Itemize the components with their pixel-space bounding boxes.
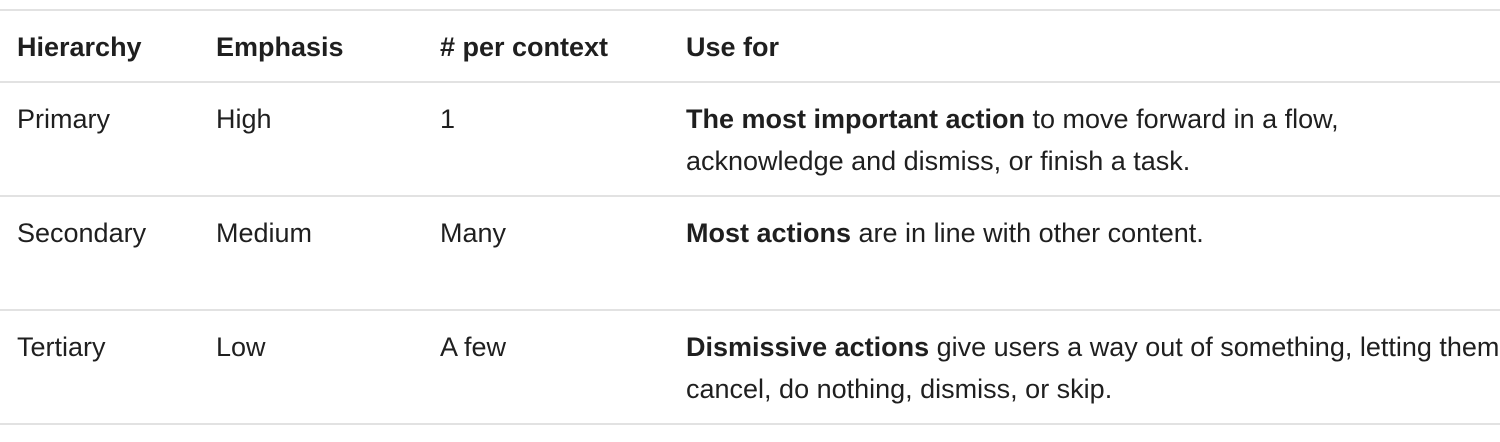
cell-use-for: Dismissive actions give users a way out … (686, 310, 1500, 424)
cell-per-context: A few (440, 332, 507, 362)
use-for-emphasis: The most important action (686, 104, 1026, 134)
table-row: Tertiary Low A few Dismissive actions gi… (0, 310, 1500, 424)
table-header-row: Hierarchy Emphasis # per context Use for (0, 10, 1500, 82)
cell-use-for: Most actions are in line with other cont… (686, 196, 1500, 310)
cell-per-context: Many (440, 218, 507, 248)
use-for-description: are in line with other content. (851, 218, 1204, 248)
header-emphasis: Emphasis (216, 32, 344, 62)
table-row: Primary High 1 The most important action… (0, 82, 1500, 196)
cell-hierarchy: Secondary (17, 218, 147, 248)
cell-emphasis: Low (216, 332, 266, 362)
header-hierarchy: Hierarchy (17, 32, 142, 62)
header-per-context: # per context (440, 32, 609, 62)
cell-emphasis: Medium (216, 218, 313, 248)
header-use-for: Use for (686, 32, 780, 62)
cell-use-for: The most important action to move forwar… (686, 82, 1500, 196)
table-row: Secondary Medium Many Most actions are i… (0, 196, 1500, 310)
cell-hierarchy: Tertiary (17, 332, 106, 362)
button-hierarchy-table-container: Hierarchy Emphasis # per context Use for… (0, 0, 1500, 442)
button-hierarchy-table: Hierarchy Emphasis # per context Use for… (0, 9, 1500, 425)
cell-per-context: 1 (440, 104, 456, 134)
cell-emphasis: High (216, 104, 272, 134)
use-for-emphasis: Dismissive actions (686, 332, 930, 362)
use-for-emphasis: Most actions (686, 218, 852, 248)
cell-hierarchy: Primary (17, 104, 110, 134)
